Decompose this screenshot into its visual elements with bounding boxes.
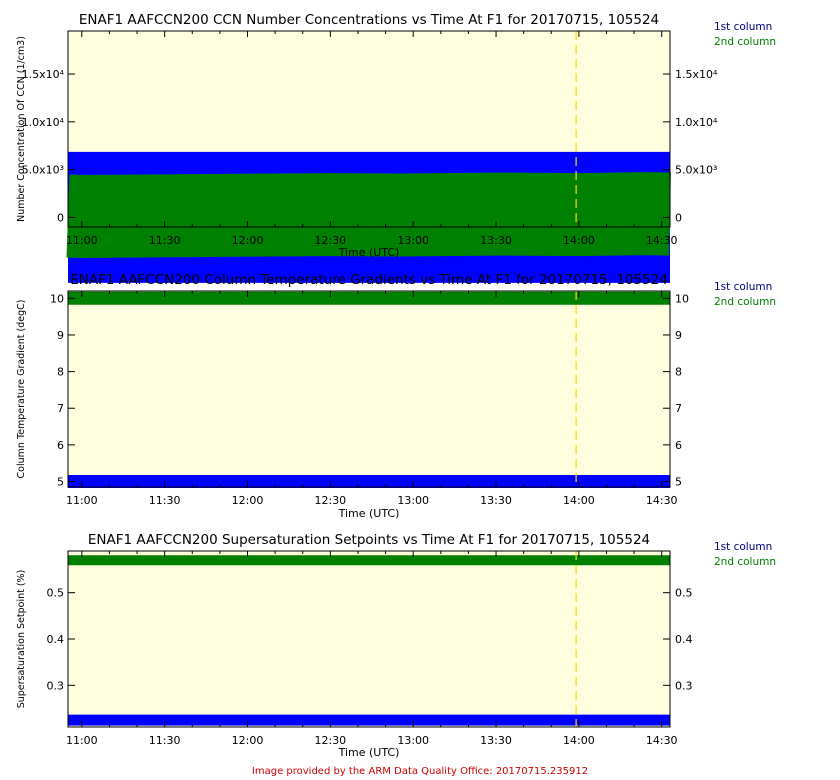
figure: ENAF1 AAFCCN200 CCN Number Concentration… [16, 12, 776, 759]
y-tick-label-right: 6 [675, 439, 682, 452]
plot-area [68, 291, 670, 487]
y-tick-label-left: 10 [50, 292, 64, 305]
legend-first-column: 1st column [714, 281, 772, 293]
plot-area [68, 551, 670, 727]
x-tick-label: 13:00 [397, 234, 429, 247]
x-tick-label: 12:30 [314, 494, 346, 507]
y-tick-label-right: 0.4 [675, 633, 693, 646]
y-tick-label-right: 1.5x10⁴ [675, 68, 718, 81]
y-axis-label: Number Concentration Of CCN (1/cm3) [16, 36, 27, 222]
y-tick-label-right: 5.0x10³ [675, 164, 717, 177]
series-line-second-column [40, 172, 690, 258]
y-tick-label-right: 0.5 [675, 587, 693, 600]
x-tick-label: 14:30 [646, 734, 678, 747]
y-axis-label: Column Temperature Gradient (degC) [16, 300, 27, 479]
y-tick-label-left: 5.0x10³ [22, 164, 64, 177]
x-tick-label: 11:30 [149, 734, 181, 747]
chart-panel-1: ENAF1 AAFCCN200 CCN Number Concentration… [16, 12, 776, 283]
legend-first-column: 1st column [714, 21, 772, 33]
y-tick-label-left: 0.3 [47, 679, 65, 692]
y-tick-label-left: 1.0x10⁴ [22, 116, 65, 129]
y-tick-label-left: 6 [57, 439, 64, 452]
x-tick-label: 11:00 [66, 734, 98, 747]
x-tick-label: 13:30 [480, 734, 512, 747]
image-credit: Image provided by the ARM Data Quality O… [251, 766, 589, 777]
y-tick-label-right: 10 [675, 292, 689, 305]
y-axis-label: Supersaturation Setpoint (%) [16, 570, 27, 709]
y-tick-label-right: 8 [675, 366, 682, 379]
x-axis-label: Time (UTC) [338, 246, 400, 259]
y-tick-label-left: 8 [57, 366, 64, 379]
y-tick-label-left: 0.5 [47, 587, 65, 600]
x-tick-label: 11:00 [66, 234, 98, 247]
y-tick-label-right: 1.0x10⁴ [675, 116, 718, 129]
y-tick-label-right: 0 [675, 211, 682, 224]
chart-title: ENAF1 AAFCCN200 Column Temperature Gradi… [70, 272, 668, 288]
y-tick-label-left: 5 [57, 476, 64, 489]
x-tick-label: 14:30 [646, 234, 678, 247]
x-tick-label: 12:00 [232, 234, 264, 247]
y-tick-label-left: 0.4 [47, 633, 65, 646]
x-tick-label: 14:00 [563, 234, 595, 247]
x-tick-label: 13:00 [397, 734, 429, 747]
legend-first-column: 1st column [714, 541, 772, 553]
y-tick-label-left: 9 [57, 329, 64, 342]
y-tick-label-right: 9 [675, 329, 682, 342]
x-tick-label: 14:00 [563, 494, 595, 507]
x-tick-label: 12:00 [232, 734, 264, 747]
y-tick-label-right: 0.3 [675, 679, 693, 692]
chart-title: ENAF1 AAFCCN200 CCN Number Concentration… [79, 12, 659, 28]
x-tick-label: 11:30 [149, 234, 181, 247]
x-tick-label: 13:00 [397, 494, 429, 507]
legend-second-column: 2nd column [714, 556, 776, 568]
y-tick-label-left: 7 [57, 402, 64, 415]
y-tick-label-left: 0 [57, 211, 64, 224]
x-tick-label: 11:30 [149, 494, 181, 507]
chart-panel-2: ENAF1 AAFCCN200 Column Temperature Gradi… [16, 272, 776, 520]
y-tick-label-right: 5 [675, 476, 682, 489]
x-tick-label: 12:00 [232, 494, 264, 507]
legend-second-column: 2nd column [714, 36, 776, 48]
x-tick-label: 14:30 [646, 494, 678, 507]
x-tick-label: 13:30 [480, 234, 512, 247]
chart-panel-3: ENAF1 AAFCCN200 Supersaturation Setpoint… [16, 532, 776, 759]
x-tick-label: 14:00 [563, 734, 595, 747]
x-axis-label: Time (UTC) [338, 746, 400, 759]
chart-title: ENAF1 AAFCCN200 Supersaturation Setpoint… [88, 532, 650, 548]
x-tick-label: 13:30 [480, 494, 512, 507]
legend-second-column: 2nd column [714, 296, 776, 308]
y-tick-label-left: 1.5x10⁴ [22, 68, 65, 81]
x-tick-label: 11:00 [66, 494, 98, 507]
y-tick-label-right: 7 [675, 402, 682, 415]
x-axis-label: Time (UTC) [338, 507, 400, 520]
